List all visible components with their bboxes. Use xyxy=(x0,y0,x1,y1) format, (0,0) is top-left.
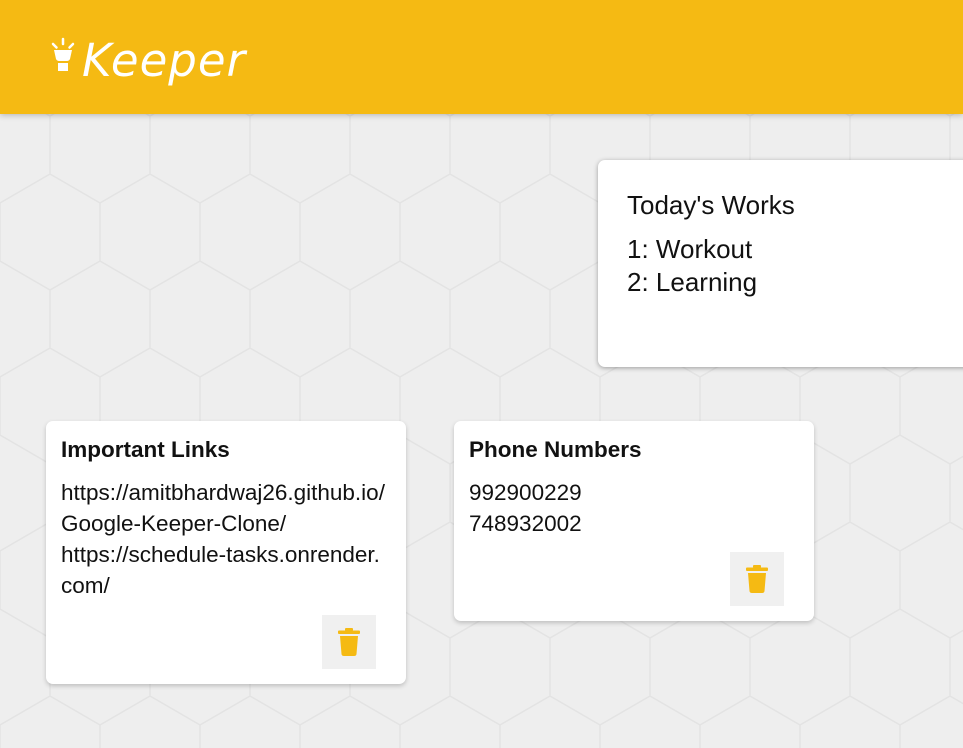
app-header: Keeper xyxy=(0,0,963,114)
trash-icon xyxy=(746,565,768,593)
note-card-important-links: Important Links https://amitbhardwaj26.g… xyxy=(46,421,406,684)
note-title: Important Links xyxy=(61,437,230,462)
app-logo: Keeper xyxy=(50,30,246,90)
trash-icon xyxy=(338,628,360,656)
note-content-line: 748932002 xyxy=(469,511,582,536)
app-title: Keeper xyxy=(82,33,247,87)
note-content-line: https://amitbhardwaj26.github.io/Google-… xyxy=(61,480,385,536)
note-content-line: 992900229 xyxy=(469,480,582,505)
note-card-phone-numbers: Phone Numbers 992900229 748932002 xyxy=(454,421,814,621)
delete-note-button[interactable] xyxy=(730,552,784,606)
lightbulb-icon xyxy=(51,37,75,71)
note-content-input[interactable]: 1: Workout 2: Learning xyxy=(627,233,949,299)
note-content-line: 1: Workout xyxy=(627,234,753,264)
note-title: Phone Numbers xyxy=(469,437,642,462)
note-content-line: https://schedule-tasks.onrender.com/ xyxy=(61,542,380,598)
delete-note-button[interactable] xyxy=(322,615,376,669)
note-content-line: 2: Learning xyxy=(627,267,758,297)
create-note-form[interactable]: Today's Works 1: Workout 2: Learning xyxy=(598,160,963,367)
note-title-input[interactable]: Today's Works xyxy=(627,189,949,221)
